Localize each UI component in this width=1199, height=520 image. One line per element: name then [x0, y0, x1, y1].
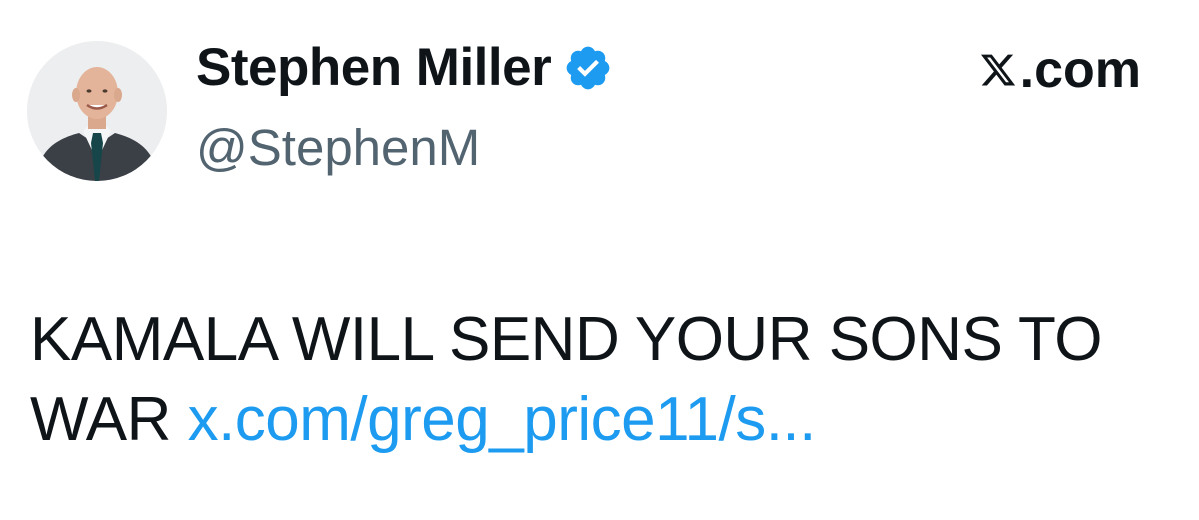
author-name-row: Stephen Miller [196, 36, 613, 100]
tweet-body: KAMALA WILL SEND YOUR SONS TO WAR x.com/… [30, 300, 1170, 460]
tweet-link[interactable]: x.com/greg_price11/s... [188, 385, 817, 454]
verified-badge-icon [563, 43, 613, 93]
profile-photo [27, 41, 167, 181]
x-logo-icon [980, 54, 1015, 86]
site-brand: .com [979, 40, 1141, 100]
avatar[interactable] [27, 41, 167, 181]
author-handle[interactable]: @StephenM [196, 118, 480, 178]
site-name: .com [1019, 41, 1141, 99]
author-display-name[interactable]: Stephen Miller [196, 36, 552, 100]
